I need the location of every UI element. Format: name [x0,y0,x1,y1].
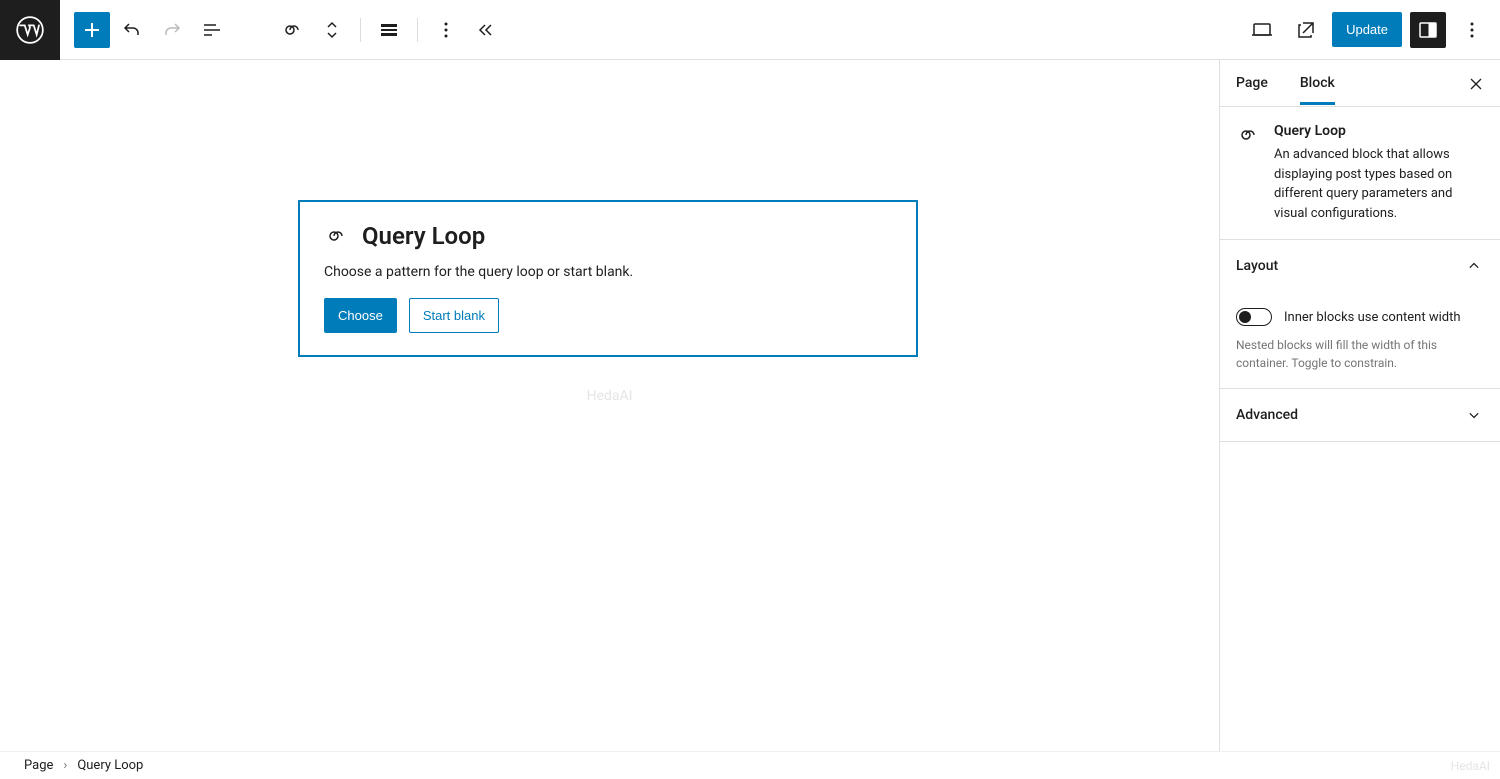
external-link-icon [1294,18,1318,42]
block-description: Choose a pattern for the query loop or s… [324,264,892,280]
add-block-button[interactable] [74,12,110,48]
block-info-description: An advanced block that allows displaying… [1274,145,1484,223]
redo-icon [160,18,184,42]
loop-icon [324,224,348,248]
block-info-section: Query Loop An advanced block that allows… [1220,107,1500,240]
list-view-icon [200,18,224,42]
document-overview-button[interactable] [194,12,230,48]
view-button[interactable] [1244,12,1280,48]
layout-panel-title: Layout [1236,258,1278,274]
topbar: Update [0,0,1500,60]
breadcrumb-root[interactable]: Page [24,758,53,773]
toolbar-right: Update [1244,12,1500,48]
content-width-help: Nested blocks will fill the width of thi… [1236,336,1484,372]
query-loop-block[interactable]: Query Loop Choose a pattern for the quer… [298,200,918,357]
chevron-up-icon [1464,256,1484,276]
tab-page[interactable]: Page [1236,61,1268,105]
editor-canvas[interactable]: Query Loop Choose a pattern for the quer… [0,60,1219,751]
breadcrumb-current[interactable]: Query Loop [77,758,143,773]
move-block-button[interactable] [314,12,350,48]
chevron-down-icon [1464,405,1484,425]
plus-icon [80,18,104,42]
breadcrumb-separator: › [63,758,67,773]
settings-sidebar-button[interactable] [1410,12,1446,48]
device-icon [1250,18,1274,42]
start-blank-button[interactable]: Start blank [409,298,499,333]
breadcrumb: Page › Query Loop HedaAI [0,751,1500,779]
sidebar-tabs: Page Block [1220,60,1500,107]
block-info-title: Query Loop [1274,123,1484,139]
choose-button[interactable]: Choose [324,298,397,333]
content-width-toggle[interactable] [1236,308,1272,326]
undo-button[interactable] [114,12,150,48]
block-options-button[interactable] [428,12,464,48]
collapse-toolbar-button[interactable] [468,12,504,48]
settings-sidebar: Page Block Query Loop An advanced block … [1219,60,1500,751]
block-title: Query Loop [362,222,485,250]
toggle-thumb [1239,311,1251,323]
block-type-button[interactable] [274,12,310,48]
loop-icon [280,18,304,42]
more-vertical-icon [434,18,458,42]
layout-panel-body: Inner blocks use content width Nested bl… [1220,292,1500,389]
align-button[interactable] [371,12,407,48]
advanced-panel-header[interactable]: Advanced [1220,389,1500,442]
update-button[interactable]: Update [1332,12,1402,47]
more-vertical-icon [1460,18,1484,42]
wordpress-logo[interactable] [0,0,60,60]
chevron-double-left-icon [474,18,498,42]
toolbar-left [60,12,230,48]
sidebar-icon [1416,18,1440,42]
undo-icon [120,18,144,42]
advanced-panel-title: Advanced [1236,407,1298,423]
redo-button[interactable] [154,12,190,48]
block-toolbar [260,12,504,48]
options-button[interactable] [1454,12,1490,48]
content-width-toggle-label: Inner blocks use content width [1284,310,1461,325]
close-sidebar-button[interactable] [1464,72,1488,96]
tab-block[interactable]: Block [1300,61,1335,105]
close-icon [1466,74,1486,94]
move-icon [320,18,344,42]
preview-button[interactable] [1288,12,1324,48]
layout-panel-header[interactable]: Layout [1220,240,1500,292]
watermark: HedaAI [587,388,633,404]
toolbar-separator [417,18,418,42]
loop-icon [1236,123,1260,147]
toolbar-separator [360,18,361,42]
wordpress-icon [16,16,44,44]
watermark-corner: HedaAI [1451,759,1490,773]
align-icon [377,18,401,42]
